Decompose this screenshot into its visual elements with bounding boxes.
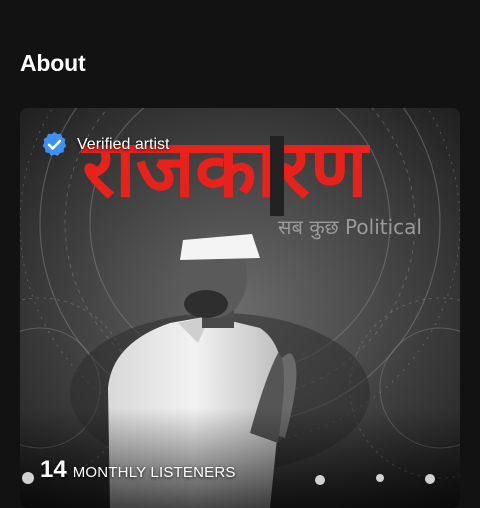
artist-image: राजकारण सब कुछ Political: [20, 108, 460, 508]
about-heading: About: [20, 50, 86, 76]
verified-badge-icon: [42, 131, 67, 156]
about-card[interactable]: राजकारण सब कुछ Political Verified artist…: [20, 108, 460, 508]
verified-artist-label: Verified artist: [77, 135, 170, 153]
monthly-listeners-label: MONTHLY LISTENERS: [72, 464, 236, 481]
image-subtitle: सब कुछ Political: [278, 215, 422, 240]
verified-artist-badge: Verified artist: [40, 130, 169, 159]
